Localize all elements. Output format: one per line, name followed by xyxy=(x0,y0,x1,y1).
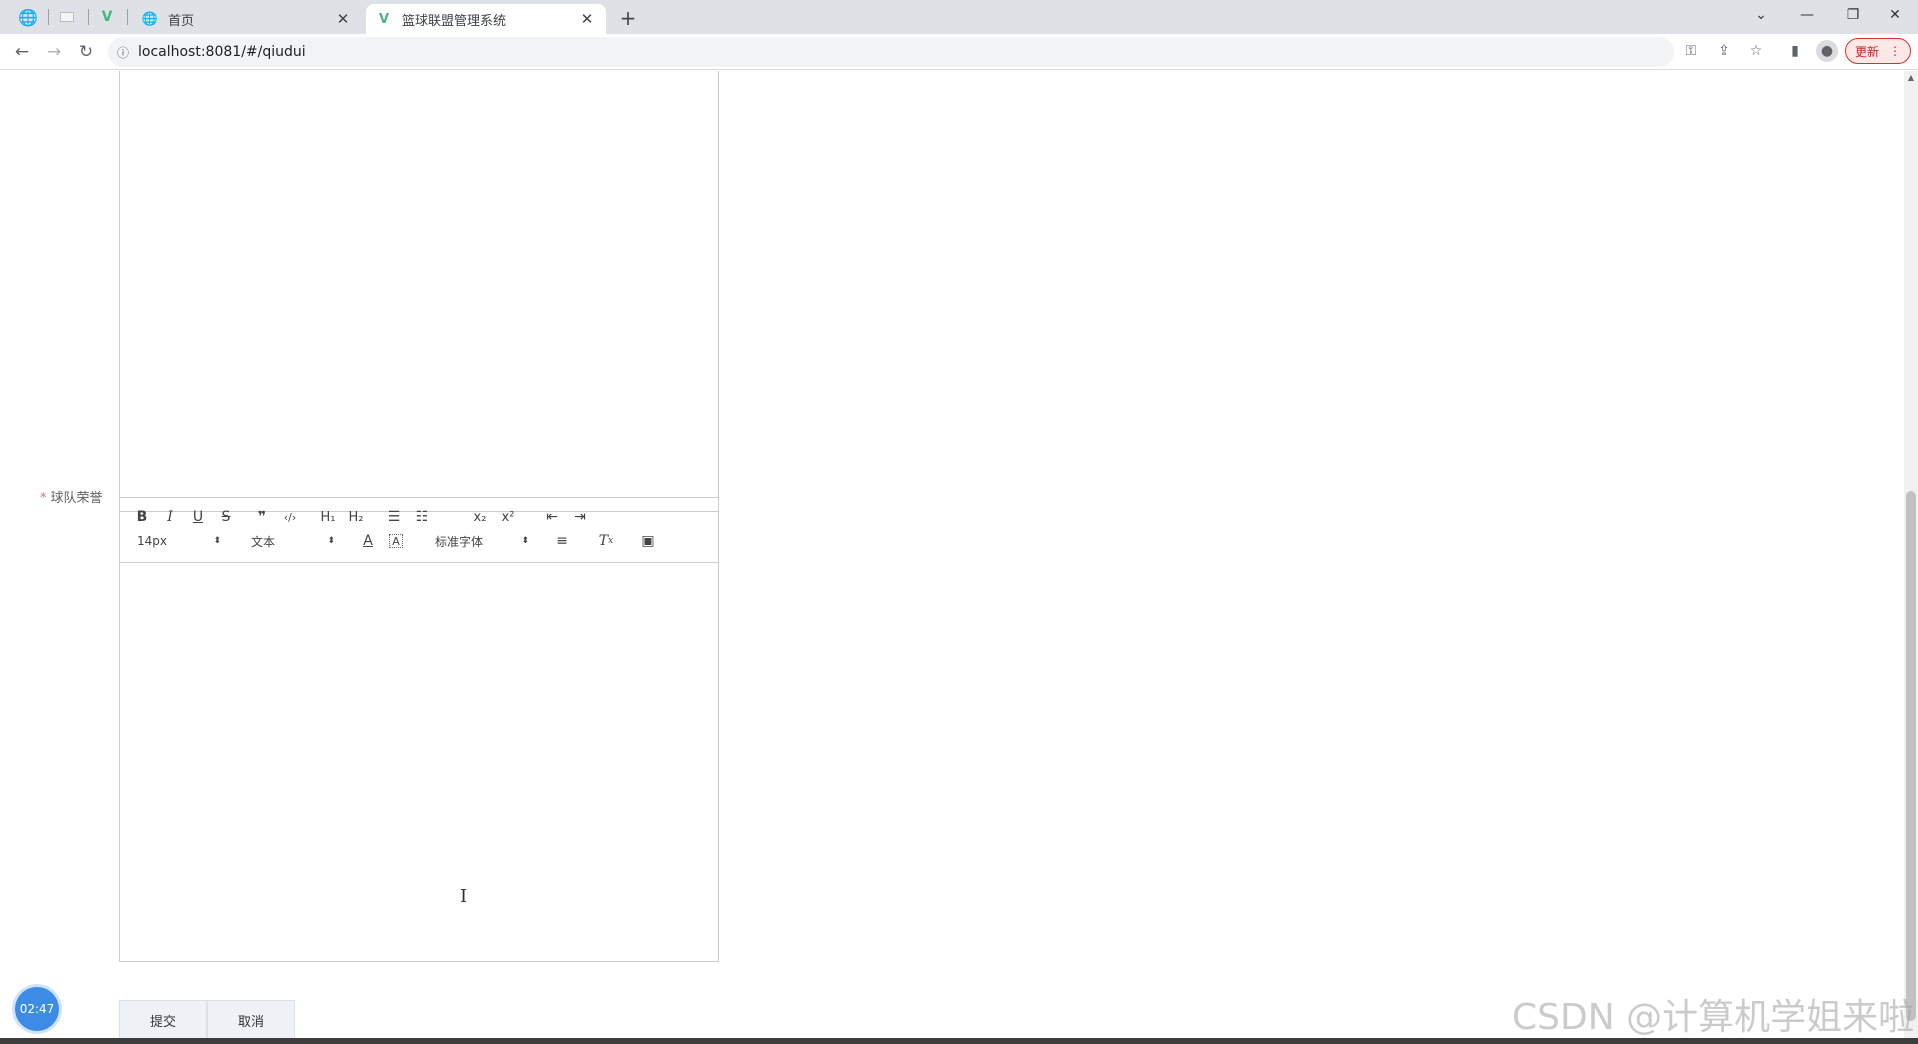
page-content: * 球队荣誉 B I U S ❞ ‹/› H₁ H₂ ☰ ☷ x₂ x² ⇤ ⇥ … xyxy=(0,71,1904,1040)
font-color-icon[interactable]: A xyxy=(356,531,380,551)
subscript-icon[interactable]: x₂ xyxy=(468,507,492,527)
blockquote-icon[interactable]: ❞ xyxy=(250,507,274,527)
url-text: localhost:8081/#/qiudui xyxy=(138,44,306,60)
header-select-value: 文本 xyxy=(251,534,276,549)
clear-format-icon[interactable]: Tx xyxy=(594,531,618,551)
update-button[interactable]: 更新 ⋮ xyxy=(1845,38,1911,64)
close-window-button[interactable]: ✕ xyxy=(1872,0,1918,30)
more-menu-icon: ⋮ xyxy=(1889,44,1901,58)
submit-label: 提交 xyxy=(149,1014,176,1030)
profile-avatar-icon[interactable]: ● xyxy=(1816,40,1838,62)
vue-logo-icon: V xyxy=(378,11,390,27)
blank-page-icon xyxy=(60,12,74,22)
select-arrows-icon: ⬍ xyxy=(327,536,335,546)
globe-icon: 🌐 xyxy=(141,11,159,27)
browser-toolbar: ← → ↻ ⓘ localhost:8081/#/qiudui ⚿ ⇪ ☆ ▮ … xyxy=(0,34,1918,70)
italic-icon[interactable]: I xyxy=(158,507,182,527)
forward-button[interactable]: → xyxy=(40,38,68,66)
scrollbar-thumb[interactable] xyxy=(1906,491,1916,1021)
superscript-icon[interactable]: x² xyxy=(496,507,520,527)
minimize-button[interactable]: — xyxy=(1784,0,1830,30)
header-2-icon[interactable]: H₂ xyxy=(344,507,368,527)
select-arrows-icon: ⬍ xyxy=(213,536,221,546)
chevron-down-icon: ⌄ xyxy=(1755,7,1767,23)
close-tab-icon[interactable]: ✕ xyxy=(578,10,596,28)
watermark: CSDN @计算机学姐来啦 xyxy=(1512,997,1915,1038)
pinned-tab-globe[interactable]: 🌐 xyxy=(10,4,46,30)
outdent-icon[interactable]: ⇤ xyxy=(540,507,564,527)
reload-icon: ↻ xyxy=(78,42,94,62)
required-mark: * xyxy=(40,491,47,506)
header-1-icon[interactable]: H₁ xyxy=(316,507,340,527)
tab-separator xyxy=(127,9,128,25)
bookmark-star-icon[interactable]: ☆ xyxy=(1745,40,1767,62)
side-panel-icon[interactable]: ▮ xyxy=(1784,40,1806,62)
bold-icon[interactable]: B xyxy=(130,507,154,527)
share-icon[interactable]: ⇪ xyxy=(1713,40,1735,62)
underline-icon[interactable]: U xyxy=(186,507,210,527)
cancel-button[interactable]: 取消 xyxy=(207,1000,295,1040)
pinned-tab-vue[interactable]: V xyxy=(89,4,125,30)
submit-button[interactable]: 提交 xyxy=(119,1000,207,1040)
tab-search-button[interactable]: ⌄ xyxy=(1738,0,1784,30)
address-bar[interactable]: ⓘ localhost:8081/#/qiudui xyxy=(108,37,1674,67)
timer-text: 02:47 xyxy=(19,1002,55,1016)
team-honor-editor: B I U S ❞ ‹/› H₁ H₂ ☰ ☷ x₂ x² ⇤ ⇥ 14px ⬍… xyxy=(119,497,719,962)
minimize-icon: — xyxy=(1800,7,1814,23)
recording-timer: 02:47 xyxy=(15,987,59,1031)
font-size-value: 14px xyxy=(137,534,167,548)
update-label: 更新 xyxy=(1854,44,1879,59)
taskbar-edge xyxy=(0,1038,1918,1044)
info-icon[interactable]: ⓘ xyxy=(108,44,138,61)
close-tab-icon[interactable]: ✕ xyxy=(334,10,352,28)
scroll-up-arrow-icon[interactable]: ▲ xyxy=(1904,73,1918,82)
font-size-select[interactable]: 14px ⬍ xyxy=(137,531,221,551)
tab-title: 篮球联盟管理系统 xyxy=(402,13,507,29)
font-family-value: 标准字体 xyxy=(435,534,484,549)
font-family-select[interactable]: 标准字体 ⬍ xyxy=(435,531,529,551)
team-honor-label: * 球队荣誉 xyxy=(40,487,103,506)
image-icon[interactable]: ▣ xyxy=(636,531,660,551)
pinned-tab-blank[interactable] xyxy=(49,4,85,30)
close-icon: ✕ xyxy=(1889,7,1901,23)
tab-basketball-league[interactable]: V 篮球联盟管理系统 ✕ xyxy=(366,4,606,34)
restore-button[interactable]: ❐ xyxy=(1830,0,1876,30)
bullet-list-icon[interactable]: ☷ xyxy=(410,507,434,527)
globe-icon: 🌐 xyxy=(18,7,38,27)
back-button[interactable]: ← xyxy=(8,38,36,66)
header-select[interactable]: 文本 ⬍ xyxy=(251,531,335,551)
new-tab-button[interactable]: + xyxy=(616,6,640,30)
code-block-icon[interactable]: ‹/› xyxy=(278,507,302,527)
align-icon[interactable]: ≡ xyxy=(550,531,574,551)
restore-icon: ❐ xyxy=(1846,7,1860,23)
editor-toolbar: B I U S ❞ ‹/› H₁ H₂ ☰ ☷ x₂ x² ⇤ ⇥ 14px ⬍… xyxy=(120,498,718,563)
arrow-right-icon: → xyxy=(46,42,62,62)
arrow-left-icon: ← xyxy=(14,42,30,62)
text-cursor-icon: I xyxy=(460,886,468,907)
team-honor-label-text: 球队荣誉 xyxy=(50,491,103,506)
upper-rich-text-editor[interactable] xyxy=(119,71,719,512)
tab-title: 首页 xyxy=(168,13,195,29)
ordered-list-icon[interactable]: ☰ xyxy=(382,507,406,527)
background-color-icon[interactable]: A xyxy=(389,534,403,548)
strikethrough-icon[interactable]: S xyxy=(214,507,238,527)
page-scrollbar[interactable]: ▲ xyxy=(1904,71,1918,1040)
vue-logo-icon: V xyxy=(101,9,113,25)
cancel-label: 取消 xyxy=(237,1014,264,1030)
indent-icon[interactable]: ⇥ xyxy=(568,507,592,527)
key-icon[interactable]: ⚿ xyxy=(1680,40,1702,62)
browser-tab-strip: 🌐 V 🌐 首页 ✕ V 篮球联盟管理系统 ✕ + ⌄ — ❐ ✕ xyxy=(0,0,1918,34)
tab-home[interactable]: 🌐 首页 ✕ xyxy=(132,4,362,34)
reload-button[interactable]: ↻ xyxy=(72,38,100,66)
select-arrows-icon: ⬍ xyxy=(521,536,529,546)
editor-content-area[interactable]: I xyxy=(120,564,718,961)
